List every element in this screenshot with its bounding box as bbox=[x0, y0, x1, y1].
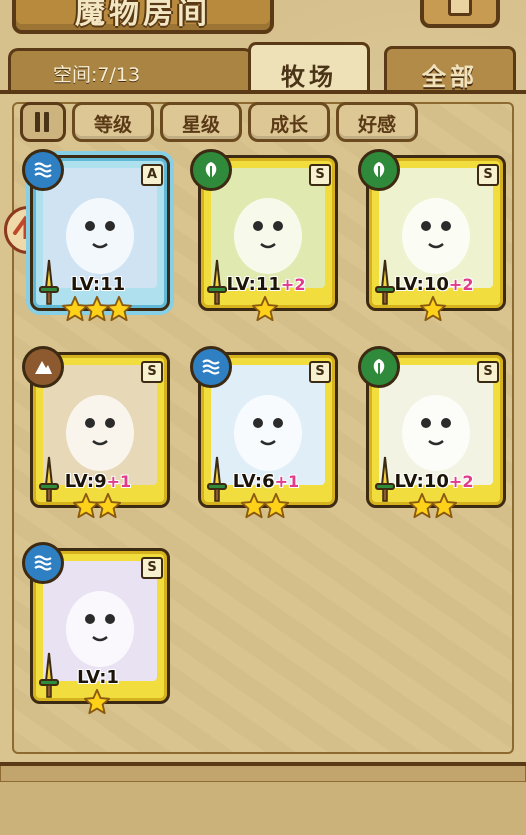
level-bonus: +1 bbox=[274, 472, 300, 491]
star-rating bbox=[30, 295, 164, 325]
level-value: LV:10 bbox=[394, 471, 449, 492]
star-rating bbox=[366, 295, 500, 325]
background-ground bbox=[0, 744, 526, 835]
sort-toggle-icon bbox=[35, 112, 51, 132]
page-title: 魔物房间 bbox=[75, 0, 211, 31]
rank-badge: S bbox=[309, 361, 331, 383]
filter-star-button[interactable]: 星级 bbox=[160, 102, 242, 142]
filter-level-label: 等级 bbox=[93, 114, 132, 136]
level-label: LV:9+1 bbox=[33, 471, 163, 492]
star-icon bbox=[94, 492, 122, 520]
monster-card[interactable]: S LV:10+2 bbox=[358, 149, 506, 322]
tab-pasture-label: 牧场 bbox=[281, 62, 337, 91]
rank-badge: S bbox=[477, 164, 499, 186]
level-value: LV:10 bbox=[394, 274, 449, 295]
tab-all-label: 全部 bbox=[422, 62, 478, 91]
water-attribute-icon bbox=[22, 149, 64, 191]
rank-badge: S bbox=[141, 557, 163, 579]
rank-badge: S bbox=[309, 164, 331, 186]
tab-pasture[interactable]: 牧场 bbox=[248, 42, 370, 97]
grass-attribute-icon bbox=[358, 346, 400, 388]
level-label: LV:1 bbox=[33, 667, 163, 688]
monster-card[interactable]: S LV:11+2 bbox=[190, 149, 338, 322]
level-label: LV:10+2 bbox=[369, 471, 499, 492]
star-icon bbox=[83, 688, 111, 716]
level-value: LV:11 bbox=[70, 274, 126, 295]
water-attribute-icon bbox=[190, 346, 232, 388]
level-label: LV:6+1 bbox=[201, 471, 331, 492]
grass-attribute-icon bbox=[358, 149, 400, 191]
level-bonus: +2 bbox=[280, 275, 306, 294]
title-banner: 魔物房间 bbox=[12, 0, 274, 34]
level-label: LV:10+2 bbox=[369, 274, 499, 295]
rank-badge: S bbox=[141, 361, 163, 383]
filter-star-label: 星级 bbox=[181, 114, 220, 136]
filter-affection-label: 好感 bbox=[357, 114, 396, 136]
filter-affection-button[interactable]: 好感 bbox=[336, 102, 418, 142]
inventory-button[interactable] bbox=[420, 0, 500, 28]
monster-card[interactable]: A LV:11 bbox=[22, 149, 170, 322]
water-attribute-icon bbox=[22, 542, 64, 584]
star-icon bbox=[105, 295, 133, 323]
monster-card[interactable]: S LV:9+1 bbox=[22, 346, 170, 519]
level-bonus: +2 bbox=[448, 472, 474, 491]
filter-growth-button[interactable]: 成长 bbox=[248, 102, 330, 142]
earth-attribute-icon bbox=[22, 346, 64, 388]
star-rating bbox=[366, 492, 500, 522]
level-bonus: +2 bbox=[448, 275, 474, 294]
star-rating bbox=[198, 492, 332, 522]
rank-badge: S bbox=[477, 361, 499, 383]
space-indicator: 空间:7/13 bbox=[8, 48, 254, 91]
level-value: LV:6 bbox=[232, 471, 275, 492]
filter-level-button[interactable]: 等级 bbox=[72, 102, 154, 142]
level-label: LV:11+2 bbox=[201, 274, 331, 295]
level-bonus: +1 bbox=[106, 472, 132, 491]
filter-growth-label: 成长 bbox=[269, 114, 308, 136]
star-rating bbox=[30, 688, 164, 718]
grass-attribute-icon bbox=[190, 149, 232, 191]
star-icon bbox=[430, 492, 458, 520]
star-icon bbox=[251, 295, 279, 323]
monster-card[interactable]: S LV:1 bbox=[22, 542, 170, 715]
star-icon bbox=[262, 492, 290, 520]
star-rating bbox=[198, 295, 332, 325]
sort-toggle-button[interactable] bbox=[20, 102, 66, 142]
space-count: 空间:7/13 bbox=[53, 64, 141, 86]
level-value: LV:11 bbox=[226, 274, 281, 295]
level-label: LV:11 bbox=[33, 274, 163, 295]
inventory-icon bbox=[448, 0, 472, 16]
rank-badge: A bbox=[141, 164, 163, 186]
monster-card[interactable]: S LV:6+1 bbox=[190, 346, 338, 519]
level-value: LV:1 bbox=[77, 667, 119, 688]
star-rating bbox=[30, 492, 164, 522]
star-icon bbox=[419, 295, 447, 323]
monster-card[interactable]: S LV:10+2 bbox=[358, 346, 506, 519]
level-value: LV:9 bbox=[64, 471, 107, 492]
